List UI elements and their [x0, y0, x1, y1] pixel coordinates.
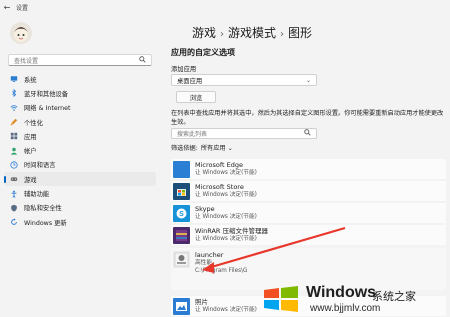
watermark-suffix: 系统之家	[372, 291, 416, 303]
windows-logo-icon	[264, 286, 298, 312]
watermark-url: www.bjjmlv.com	[310, 303, 381, 314]
watermark: Windows 系统之家 www.bjjmlv.com	[262, 281, 448, 315]
watermark-brand: Windows	[306, 284, 377, 301]
annotation-arrow	[202, 226, 346, 273]
